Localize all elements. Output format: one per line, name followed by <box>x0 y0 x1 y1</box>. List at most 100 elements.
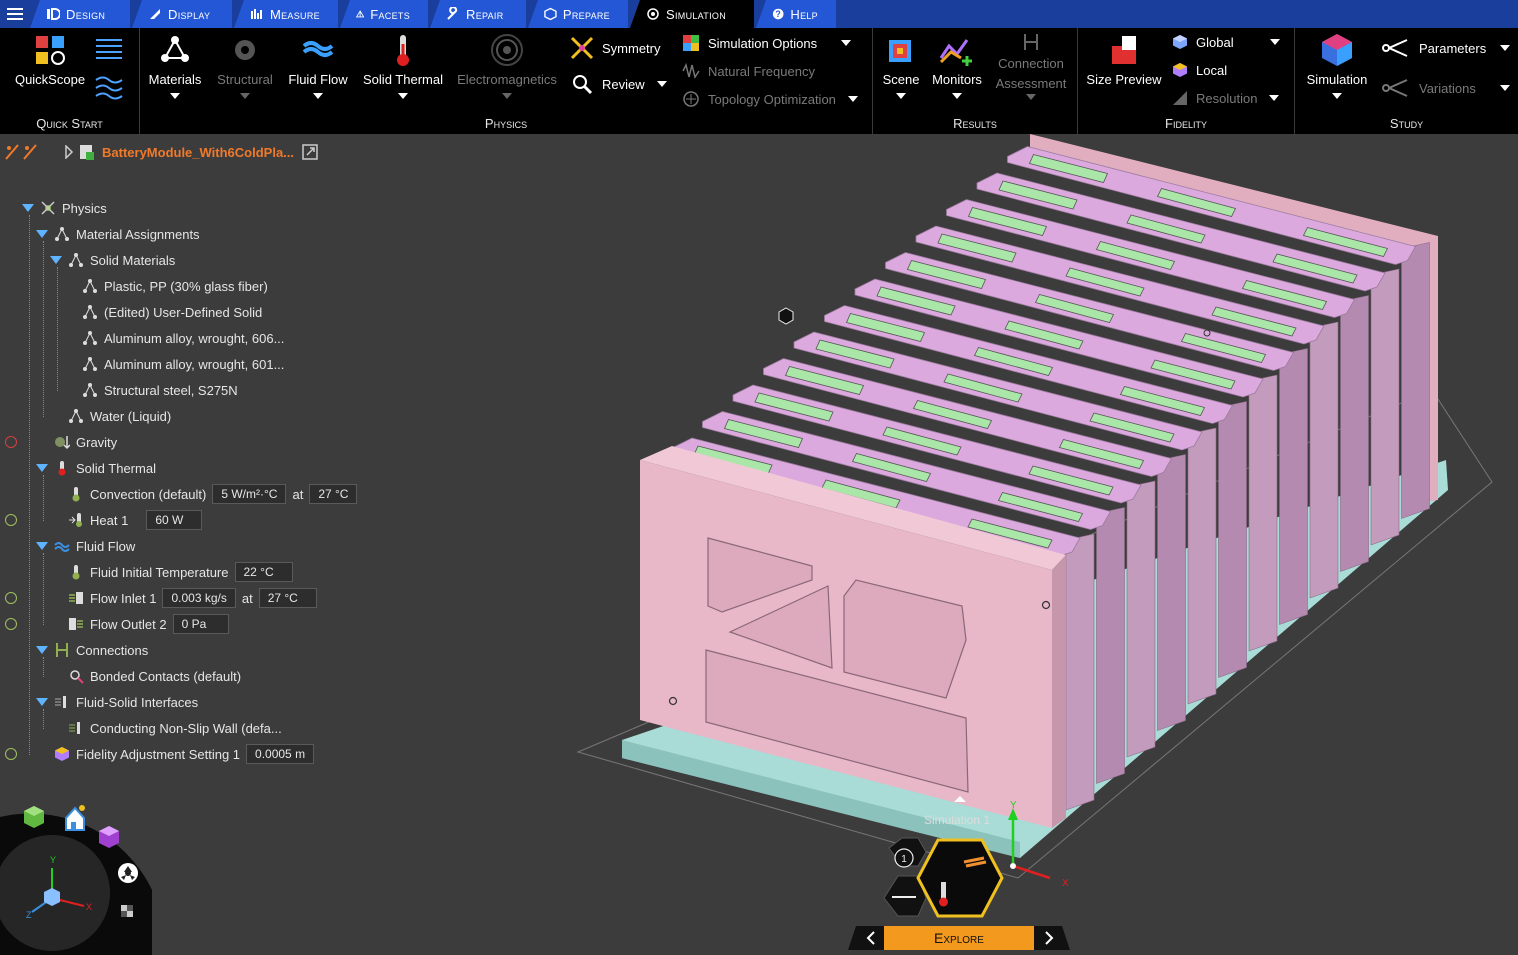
cell-side-face[interactable] <box>1065 533 1095 811</box>
tab-simulation[interactable]: Simulation <box>630 0 754 28</box>
convection-temp[interactable]: 27 °C <box>309 484 358 504</box>
collapse-arrow-icon[interactable] <box>36 230 48 238</box>
tab-help[interactable]: ? Help <box>756 0 836 28</box>
variations-button[interactable]: Variations <box>1381 76 1510 100</box>
group-study: Simulation Parameters Variations Study <box>1295 28 1518 134</box>
cell-side-face[interactable] <box>1096 507 1125 784</box>
home-icon[interactable] <box>65 805 85 831</box>
cell-side-face[interactable] <box>1218 401 1247 678</box>
fidelity-value[interactable]: 0.0005 m <box>246 744 315 764</box>
collapse-arrow-icon[interactable] <box>36 542 48 550</box>
tree-node-water[interactable]: Water (Liquid) <box>68 404 171 428</box>
tree-node-material[interactable]: Aluminum alloy, wrought, 601... <box>82 352 284 376</box>
global-button[interactable]: Global <box>1172 34 1280 50</box>
inlet-value[interactable]: 0.003 kg/s <box>162 588 236 608</box>
inlet-temp[interactable]: 27 °C <box>258 588 317 608</box>
tree-node-fluid-flow[interactable]: Fluid Flow <box>36 534 135 558</box>
tree-node-gravity[interactable]: Gravity <box>54 430 117 454</box>
tab-design[interactable]: Design <box>30 0 130 28</box>
tree-node-material[interactable]: Plastic, PP (30% glass fiber) <box>82 274 268 298</box>
pivot-marker-icon[interactable] <box>778 307 794 325</box>
local-button[interactable]: Local <box>1172 62 1227 78</box>
collapse-arrow-icon[interactable] <box>36 698 48 706</box>
expand-arrow-icon[interactable] <box>64 145 74 159</box>
waves-icon[interactable] <box>94 72 124 102</box>
breadcrumb-file[interactable]: BatteryModule_With6ColdPla... <box>102 145 294 160</box>
tree-node-fluid-solid-interfaces[interactable]: Fluid-Solid Interfaces <box>36 690 198 714</box>
popout-icon[interactable] <box>302 144 318 160</box>
cell-side-face[interactable] <box>1370 268 1400 546</box>
tree-node-material[interactable]: Aluminum alloy, wrought, 606... <box>82 326 284 350</box>
symmetry-button[interactable]: Symmetry <box>570 36 661 60</box>
solid-thermal-button[interactable]: Solid Thermal <box>358 32 448 99</box>
cell-side-face[interactable] <box>1279 348 1308 625</box>
electromagnetics-label: Electromagnetics <box>457 72 557 87</box>
review-button[interactable]: Review <box>570 72 667 96</box>
quickscope-button[interactable]: QuickScope <box>14 32 86 87</box>
tree-node-convection[interactable]: Convection (default) 5 W/m²·°C at 27 °C <box>68 482 358 506</box>
tree-node-material[interactable]: (Edited) User-Defined Solid <box>82 300 262 324</box>
simulation-study-button[interactable]: Simulation <box>1301 32 1373 99</box>
collapse-arrow-icon[interactable] <box>36 646 48 654</box>
tab-display[interactable]: Display <box>132 0 232 28</box>
tree-node-physics[interactable]: Physics <box>22 196 107 220</box>
electromagnetics-icon <box>491 34 523 66</box>
tree-node-solid-thermal[interactable]: Solid Thermal <box>36 456 156 480</box>
file-icon <box>80 145 94 160</box>
connection-assessment-button[interactable]: Connection Assessment <box>991 32 1071 100</box>
structural-button[interactable]: Structural <box>210 32 280 99</box>
materials-button[interactable]: Materials <box>144 32 206 99</box>
tree-node-bonded-contacts[interactable]: Bonded Contacts (default) <box>68 664 241 688</box>
collapse-arrow-icon[interactable] <box>22 204 34 212</box>
outlet-value[interactable]: 0 Pa <box>172 614 229 634</box>
explore-label[interactable]: Explore <box>884 930 1034 946</box>
fluid-flow-button[interactable]: Fluid Flow <box>283 32 353 99</box>
tree-node-heat[interactable]: Heat 1 60 W <box>68 508 203 532</box>
convection-value[interactable]: 5 W/m²·°C <box>212 484 287 504</box>
tree-node-fluid-initial-temperature[interactable]: Fluid Initial Temperature 22 °C <box>68 560 293 584</box>
radiation-icon[interactable] <box>118 863 138 883</box>
cell-side-face[interactable] <box>1309 321 1339 599</box>
cell-side-face[interactable] <box>1187 427 1217 705</box>
lines-icon[interactable] <box>94 34 124 64</box>
cell-side-face[interactable] <box>1248 374 1278 652</box>
electromagnetics-button[interactable]: Electromagnetics <box>452 32 562 99</box>
collapse-arrow-icon[interactable] <box>50 256 62 264</box>
navigation-wheel[interactable]: Y X Z <box>0 797 152 955</box>
size-preview-button[interactable]: Size Preview <box>1084 32 1164 87</box>
tab-measure[interactable]: Measure <box>234 0 338 28</box>
simulation-options-button[interactable]: Simulation Options <box>682 34 852 52</box>
tree-node-solid-materials[interactable]: Solid Materials <box>50 248 175 272</box>
tab-prepare[interactable]: Prepare <box>528 0 628 28</box>
scene-button[interactable]: Scene <box>879 32 923 99</box>
topology-optimization-button[interactable]: Topology Optimization <box>682 90 858 108</box>
collapse-arrow-icon[interactable] <box>36 464 48 472</box>
symmetry-label: Symmetry <box>602 40 661 56</box>
tree-node-conducting-wall[interactable]: Conducting Non-Slip Wall (defa... <box>68 716 282 740</box>
monitors-button[interactable]: Monitors <box>927 32 987 99</box>
tree-node-flow-outlet[interactable]: Flow Outlet 2 0 Pa <box>68 612 229 636</box>
tab-repair[interactable]: Repair <box>430 0 526 28</box>
thermometer-icon <box>72 487 80 502</box>
tree-node-flow-inlet[interactable]: Flow Inlet 1 0.003 kg/s at 27 °C <box>68 586 317 610</box>
tree-node-material-assignments[interactable]: Material Assignments <box>36 222 200 246</box>
cell-side-face[interactable] <box>1401 242 1430 519</box>
heat-value[interactable]: 60 W <box>146 510 203 530</box>
cell-side-face[interactable] <box>1126 480 1156 758</box>
natural-frequency-button[interactable]: Natural Frequency <box>682 62 815 80</box>
hamburger-menu-icon[interactable] <box>0 0 30 28</box>
parameters-button[interactable]: Parameters <box>1381 36 1511 60</box>
gear-icon <box>235 40 255 60</box>
tree-node-connections[interactable]: Connections <box>36 638 148 662</box>
cell-side-face[interactable] <box>1340 295 1369 572</box>
3d-viewport[interactable]: Y X Simulation 1 1 <box>560 134 1518 955</box>
hex-selector[interactable]: 1 <box>883 837 1004 918</box>
checker-icon[interactable] <box>121 905 133 917</box>
resolution-button[interactable]: Resolution <box>1172 90 1280 106</box>
tab-facets[interactable]: Facets <box>340 0 428 28</box>
physics-toggle-icon[interactable] <box>4 143 42 161</box>
cell-side-face[interactable] <box>1157 454 1186 731</box>
tree-node-material[interactable]: Structural steel, S275N <box>82 378 238 402</box>
tree-node-fidelity-adjustment[interactable]: Fidelity Adjustment Setting 1 0.0005 m <box>54 742 315 766</box>
fluid-init-value[interactable]: 22 °C <box>234 562 293 582</box>
